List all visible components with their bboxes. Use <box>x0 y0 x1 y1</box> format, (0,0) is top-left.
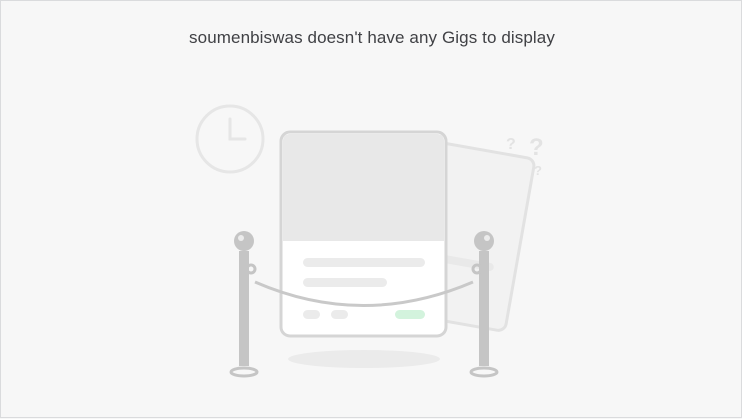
empty-gigs-panel: soumenbiswas doesn't have any Gigs to di… <box>0 0 742 418</box>
floor-shadow <box>288 350 440 368</box>
empty-gigs-illustration: ? ? ? <box>195 104 544 378</box>
clock-icon <box>195 104 265 174</box>
svg-text:?: ? <box>506 136 516 153</box>
svg-text:?: ? <box>529 134 544 161</box>
